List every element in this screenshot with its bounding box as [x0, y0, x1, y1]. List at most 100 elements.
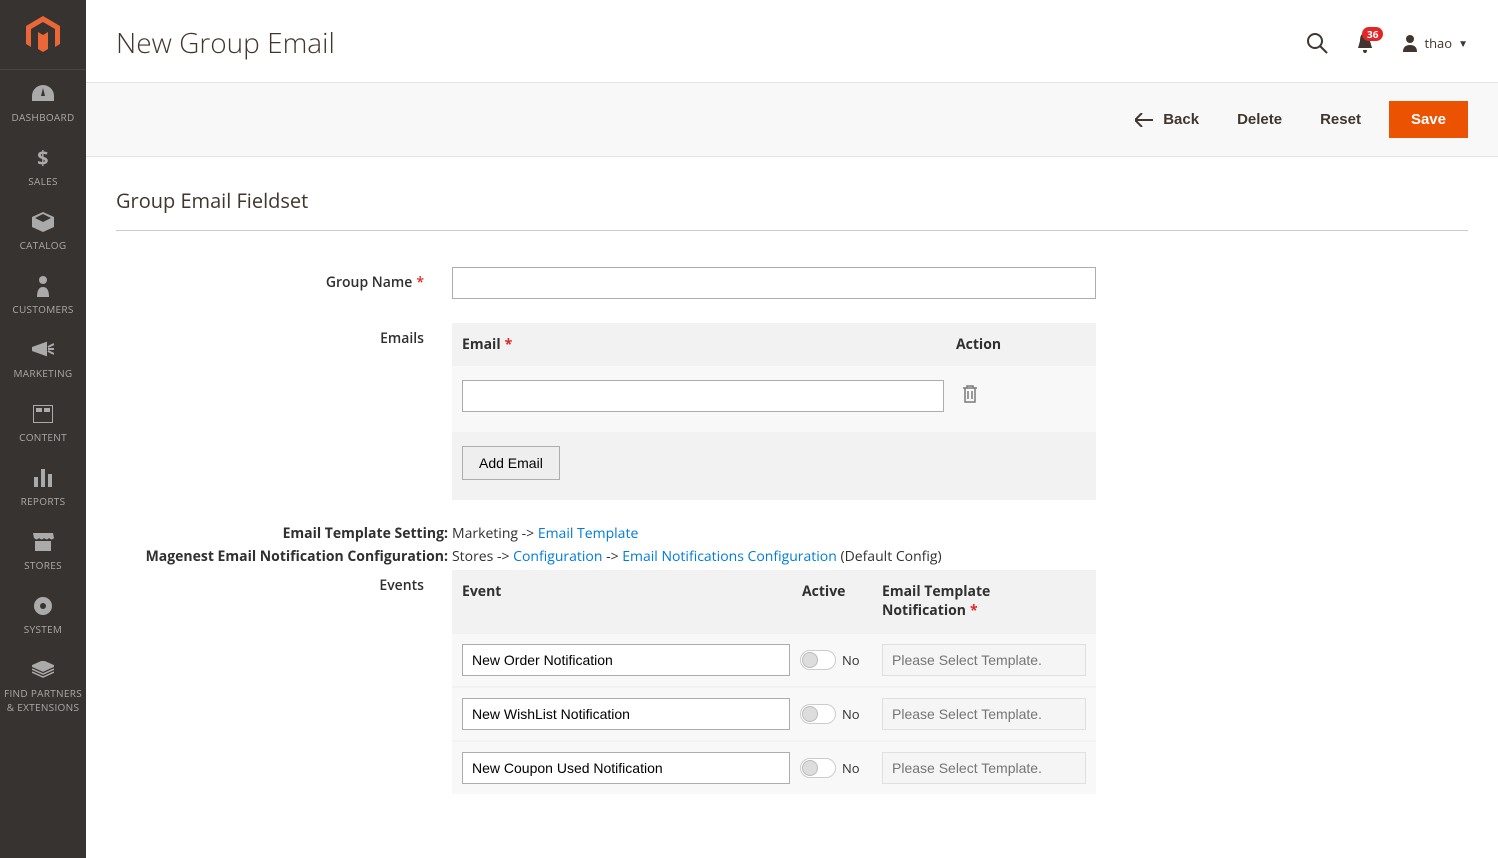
back-button[interactable]: Back [1125, 103, 1209, 136]
emails-header: Email* Action [452, 323, 1096, 366]
svg-text:$: $ [37, 147, 49, 169]
event-name-input[interactable] [462, 752, 790, 784]
sidebar-item-marketing[interactable]: MARKETING [0, 326, 86, 390]
event-row: No [452, 740, 1096, 794]
setting1-prefix: Marketing -> [452, 524, 538, 543]
notifications-button[interactable]: 36 [1356, 33, 1374, 53]
gear-icon [4, 594, 82, 618]
person-icon [4, 274, 82, 298]
email-template-setting-label: Email Template Setting: [116, 524, 452, 543]
sidebar-item-catalog[interactable]: CATALOG [0, 198, 86, 262]
toggle-no-label: No [842, 651, 860, 669]
setting2-suffix: (Default Config) [837, 547, 942, 566]
configuration-link[interactable]: Configuration [513, 547, 602, 566]
setting2-sep: -> [602, 547, 622, 566]
action-toolbar: Back Delete Reset Save [86, 82, 1498, 157]
email-template-link[interactable]: Email Template [538, 524, 639, 543]
toggle-no-label: No [842, 705, 860, 723]
trash-icon [962, 385, 978, 403]
sidebar-item-customers[interactable]: CUSTOMERS [0, 262, 86, 326]
event-row: No [452, 686, 1096, 740]
group-name-label: Group Name* [116, 267, 452, 292]
add-email-button[interactable]: Add Email [462, 446, 560, 480]
sidebar-item-reports[interactable]: REPORTS [0, 454, 86, 518]
magento-logo[interactable] [0, 0, 86, 70]
delete-button[interactable]: Delete [1227, 103, 1292, 136]
sidebar-item-stores[interactable]: STORES [0, 518, 86, 582]
sidebar-item-label: MARKETING [4, 366, 82, 380]
event-template-select[interactable] [882, 644, 1086, 676]
chevron-down-icon: ▼ [1458, 36, 1468, 50]
emails-header-action: Action [956, 335, 1086, 354]
back-label: Back [1163, 111, 1199, 128]
event-name-input[interactable] [462, 698, 790, 730]
reset-button[interactable]: Reset [1310, 103, 1371, 136]
layout-icon [4, 402, 82, 426]
page-header: New Group Email 36 thao ▼ [86, 0, 1498, 82]
email-notifications-config-link[interactable]: Email Notifications Configuration [622, 547, 837, 566]
search-icon [1306, 32, 1328, 54]
event-active-toggle[interactable] [800, 758, 836, 778]
event-name-input[interactable] [462, 644, 790, 676]
user-menu[interactable]: thao ▼ [1402, 34, 1468, 52]
username: thao [1424, 34, 1452, 52]
bars-icon [4, 466, 82, 490]
event-active-toggle[interactable] [800, 650, 836, 670]
emails-row: Emails Email* Action Add Email [116, 323, 1468, 500]
user-icon [1402, 34, 1418, 52]
magenest-config-label: Magenest Email Notification Configuratio… [116, 547, 452, 566]
sidebar: DASHBOARD $ SALES CATALOG CUSTOMERS MARK… [0, 0, 86, 858]
sidebar-item-label: CATALOG [4, 238, 82, 252]
events-row: Events Event Active Email Template Notif… [116, 570, 1468, 794]
sidebar-item-label: SALES [4, 174, 82, 188]
group-name-input[interactable] [452, 267, 1096, 299]
sidebar-item-system[interactable]: SYSTEM [0, 582, 86, 646]
events-box: Event Active Email Template Notification… [452, 570, 1096, 794]
email-template-setting-row: Email Template Setting: Marketing -> Ema… [116, 524, 1468, 543]
sidebar-item-label: FIND PARTNERS & EXTENSIONS [4, 686, 82, 714]
megaphone-icon [4, 338, 82, 362]
main-content: New Group Email 36 thao ▼ Back Delete Re… [86, 0, 1498, 858]
event-row: No [452, 632, 1096, 686]
sidebar-item-label: CONTENT [4, 430, 82, 444]
events-header: Event Active Email Template Notification… [452, 570, 1096, 632]
required-asterisk: * [505, 335, 513, 354]
header-actions: 36 thao ▼ [1306, 32, 1468, 54]
setting2-prefix: Stores -> [452, 547, 513, 566]
sidebar-item-label: STORES [4, 558, 82, 572]
partners-icon [4, 658, 82, 682]
sidebar-item-dashboard[interactable]: DASHBOARD [0, 70, 86, 134]
group-name-label-text: Group Name [326, 273, 413, 292]
sidebar-item-label: REPORTS [4, 494, 82, 508]
event-template-select[interactable] [882, 698, 1086, 730]
toggle-no-label: No [842, 759, 860, 777]
sidebar-item-content[interactable]: CONTENT [0, 390, 86, 454]
box-icon [4, 210, 82, 234]
emails-header-email: Email [462, 335, 501, 354]
sidebar-item-label: CUSTOMERS [4, 302, 82, 316]
store-icon [4, 530, 82, 554]
sidebar-item-sales[interactable]: $ SALES [0, 134, 86, 198]
email-input[interactable] [462, 380, 944, 412]
section-title: Group Email Fieldset [116, 187, 1468, 231]
events-label: Events [116, 570, 452, 595]
sidebar-item-label: SYSTEM [4, 622, 82, 636]
page-title: New Group Email [116, 24, 335, 62]
search-button[interactable] [1306, 32, 1328, 54]
sidebar-item-label: DASHBOARD [4, 110, 82, 124]
sidebar-item-partners[interactable]: FIND PARTNERS & EXTENSIONS [0, 646, 86, 724]
group-name-row: Group Name* [116, 267, 1468, 299]
required-asterisk: * [416, 273, 424, 292]
email-row [452, 366, 1096, 432]
events-header-event: Event [462, 582, 802, 620]
notifications-badge: 36 [1362, 27, 1383, 41]
event-template-select[interactable] [882, 752, 1086, 784]
event-active-toggle[interactable] [800, 704, 836, 724]
dollar-icon: $ [4, 146, 82, 170]
delete-email-button[interactable] [962, 385, 978, 408]
save-button[interactable]: Save [1389, 101, 1468, 138]
magenest-config-row: Magenest Email Notification Configuratio… [116, 547, 1468, 566]
form-content: Group Email Fieldset Group Name* Emails … [86, 157, 1498, 858]
required-asterisk: * [970, 601, 978, 620]
emails-label: Emails [116, 323, 452, 348]
